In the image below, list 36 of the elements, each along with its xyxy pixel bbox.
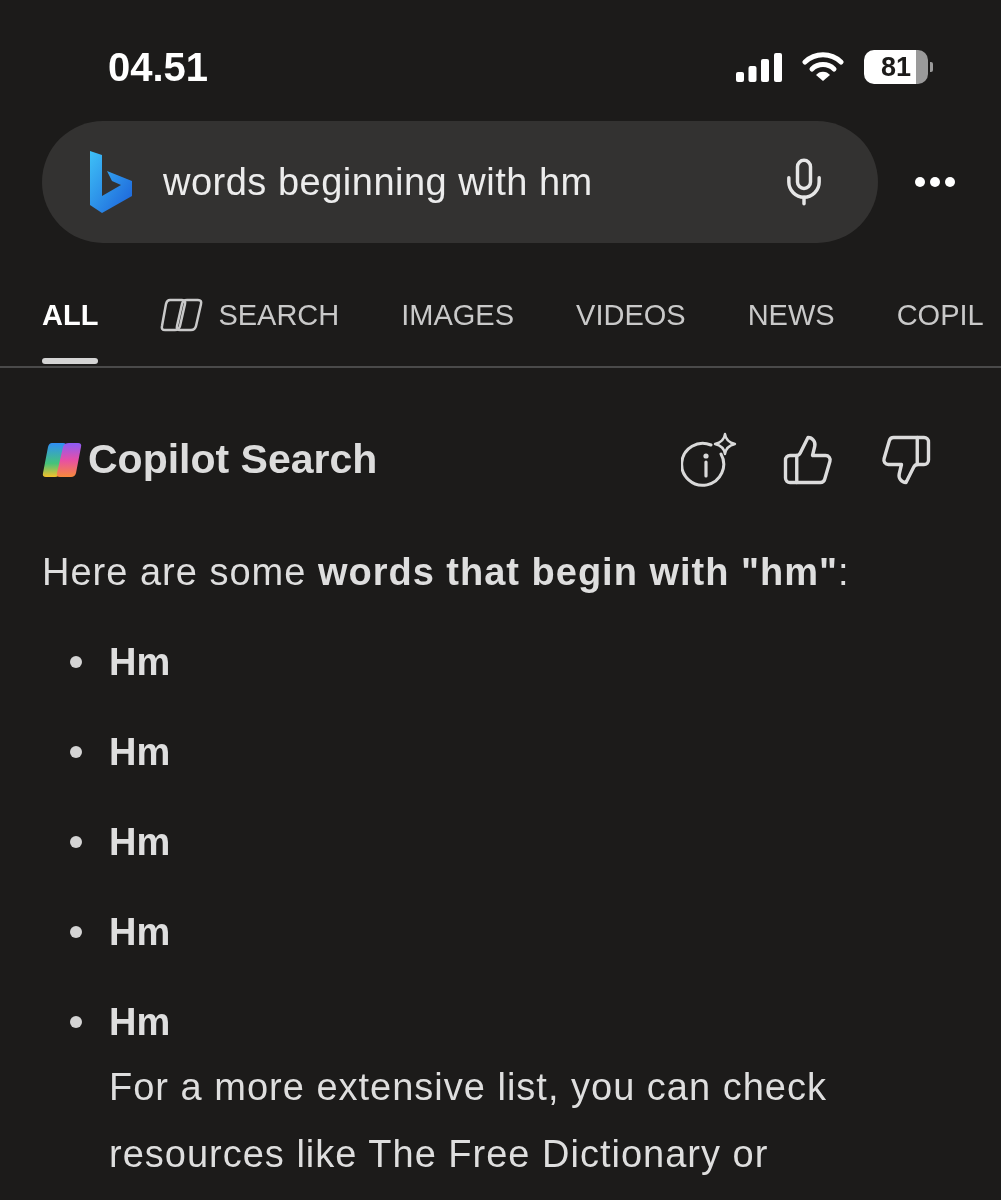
more-button[interactable] bbox=[915, 177, 955, 187]
status-time: 04.51 bbox=[108, 44, 209, 91]
wifi-icon bbox=[802, 52, 844, 82]
tab[interactable]: VIDEOS bbox=[576, 243, 686, 366]
like-button[interactable] bbox=[781, 433, 835, 487]
dislike-button[interactable] bbox=[879, 433, 933, 487]
word-item: Hm bbox=[109, 730, 171, 775]
tab[interactable]: COPIL bbox=[896, 243, 984, 366]
tab[interactable]: SEARCH bbox=[160, 243, 340, 366]
tab[interactable]: IMAGES bbox=[401, 243, 515, 366]
info-sparkle-icon bbox=[681, 432, 737, 488]
bullet-icon bbox=[69, 1016, 82, 1028]
word-item: Hm bbox=[109, 910, 171, 955]
tab[interactable]: ALL bbox=[42, 243, 99, 366]
bullet-icon bbox=[69, 656, 82, 668]
bullet-icon bbox=[69, 836, 82, 848]
word-item: Hm bbox=[109, 640, 171, 685]
bullet-icon bbox=[69, 926, 82, 938]
search-input[interactable]: words beginning with hm bbox=[163, 153, 778, 211]
gradient-logo-icon bbox=[42, 442, 82, 478]
thumbs-down-icon bbox=[879, 433, 933, 487]
note-text: For a more extensive list, you can check resources like The Free Dictionary or bbox=[109, 1065, 828, 1177]
thumbs-up-icon bbox=[781, 433, 835, 487]
word-item: Hm bbox=[109, 820, 171, 865]
b-logo-icon bbox=[88, 150, 134, 214]
bullet-icon bbox=[69, 746, 82, 758]
more-icon bbox=[915, 177, 955, 187]
ai-info-button[interactable] bbox=[681, 432, 737, 488]
tab[interactable]: NEWS bbox=[747, 243, 835, 366]
intro-text: Here are some words that begin with "hm": bbox=[42, 550, 850, 595]
word-item: Hm bbox=[109, 1000, 171, 1045]
answer-title: Copilot Search bbox=[88, 435, 378, 485]
signal-icon bbox=[736, 52, 782, 82]
search-bar[interactable]: words beginning with hm bbox=[42, 121, 878, 243]
parallelograms-icon bbox=[160, 297, 205, 333]
battery-indicator: 81 bbox=[864, 50, 933, 84]
